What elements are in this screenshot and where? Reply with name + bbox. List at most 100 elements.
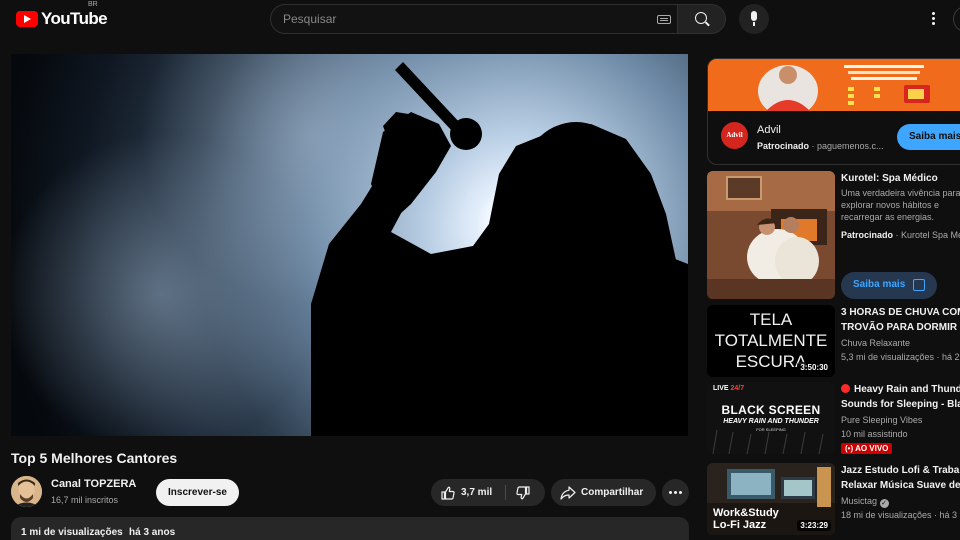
advertiser-avatar[interactable]: Advil (721, 122, 748, 149)
video-age: há 3 (939, 510, 958, 520)
recommended-video-item[interactable]: Work&Study Lo-Fi Jazz 3:23:29 Jazz Estud… (707, 463, 960, 535)
ad-domain: paguemenos.c... (817, 141, 884, 151)
like-dislike-group: 3,7 mil (431, 479, 545, 506)
title-text: Heavy Rain and Thund (854, 384, 960, 395)
country-code: BR (88, 1, 98, 8)
like-count: 3,7 mil (461, 487, 493, 498)
video-title-line[interactable]: Sounds for Sleeping - Bla (841, 397, 960, 412)
video-thumbnail[interactable]: LIVE 24/7 BLACK SCREEN HEAVY RAIN AND TH… (707, 382, 835, 454)
video-title-line[interactable]: 3 HORAS DE CHUVA COM (841, 305, 960, 320)
channel-avatar[interactable] (11, 476, 42, 507)
live-badge: (•) AO VIVO (841, 443, 893, 454)
video-thumbnail[interactable]: TELA TOTALMENTE ESCURA 3:50:30 (707, 305, 835, 377)
keyboard-icon[interactable] (657, 15, 671, 24)
subscriber-count: 16,7 mil inscritos (51, 495, 119, 505)
dot-icon (931, 22, 935, 25)
ad-banner-image[interactable] (708, 59, 960, 117)
live-tag-label: LIVE (713, 385, 729, 392)
thumbnail-text-line: TOTALMENTE (714, 331, 828, 350)
microphone-icon (751, 11, 757, 26)
spa-thumbnail-image (707, 171, 835, 299)
dislike-button[interactable] (506, 479, 545, 506)
channel-avatar-face-icon (11, 476, 42, 507)
like-button[interactable]: 3,7 mil (431, 479, 505, 506)
verified-icon: ✓ (879, 499, 889, 508)
live-tag-hours: 24/7 (730, 385, 745, 392)
video-title-line[interactable]: TROVÃO PARA DORMIR E (841, 320, 960, 335)
dot-icon (679, 491, 682, 494)
video-thumbnail[interactable]: Work&Study Lo-Fi Jazz 3:23:29 (707, 463, 835, 535)
promoted-thumbnail[interactable] (707, 171, 835, 299)
ad-meta: Patrocinado · paguemenos.c... (757, 141, 884, 151)
live-tag: LIVE 24/7 (713, 385, 744, 392)
promoted-video-item[interactable]: Kurotel: Spa Médico Uma verdadeira vivên… (707, 171, 960, 301)
thumbs-down-icon (516, 486, 530, 500)
youtube-play-icon (16, 11, 38, 27)
dot-icon (674, 491, 677, 494)
search-icon (695, 12, 707, 24)
ad-learn-more-button[interactable]: Saiba mais (897, 124, 960, 150)
video-frame-singer-silhouette (11, 54, 688, 436)
channel-name[interactable]: Pure Sleeping Vibes (841, 415, 922, 425)
thumbnail-text-line: Work&Study (713, 507, 779, 519)
duration-badge: 3:50:30 (797, 362, 831, 373)
channel-name-row[interactable]: Musictag ✓ (841, 496, 889, 508)
video-title-line[interactable]: Heavy Rain and Thund (841, 382, 960, 397)
thumbnail-text-line: TELA (749, 310, 793, 329)
channel-name: Musictag (841, 496, 878, 506)
logo-text: YouTube (41, 9, 108, 28)
account-avatar[interactable] (953, 6, 960, 32)
watching-count: 10 mil assistindo (841, 429, 908, 439)
video-player[interactable] (11, 54, 688, 436)
promoted-title[interactable]: Kurotel: Spa Médico (841, 171, 960, 186)
duration-badge: 3:23:29 (797, 520, 831, 531)
search-button[interactable] (678, 4, 726, 34)
external-link-icon (913, 279, 925, 291)
share-button[interactable]: Compartilhar (551, 479, 656, 506)
view-count: 18 mi de visualizações (841, 510, 932, 520)
promoted-cta-label: Saiba mais (853, 279, 906, 290)
publish-date: há 3 anos (129, 527, 176, 538)
more-actions-button[interactable] (662, 479, 689, 506)
dot-icon (931, 17, 935, 20)
dot-icon (931, 12, 935, 15)
promoted-learn-more-button[interactable]: Saiba mais (841, 272, 937, 299)
thumbnail-title: BLACK SCREEN (721, 403, 821, 417)
live-badge-label: AO VIVO (855, 444, 889, 453)
thumbnail-subtitle: HEAVY RAIN AND THUNDER (723, 418, 819, 425)
thumbnail-caption: FOR SLEEPING (756, 427, 786, 432)
dot-icon (669, 491, 672, 494)
sponsored-label: Patrocinado (757, 141, 810, 151)
share-label: Compartilhar (581, 487, 644, 498)
voice-search-button[interactable] (739, 4, 769, 34)
live-dot-icon (841, 384, 850, 393)
thumbnail-text-line: Lo-Fi Jazz (713, 519, 767, 531)
ad-title[interactable]: Advil (757, 124, 781, 136)
video-title: Top 5 Melhores Cantores (11, 450, 178, 466)
video-title-line[interactable]: Relaxar Música Suave de (841, 478, 960, 493)
recommended-video-item[interactable]: LIVE 24/7 BLACK SCREEN HEAVY RAIN AND TH… (707, 382, 960, 454)
promoted-description: Uma verdadeira vivência para explorar no… (841, 188, 960, 222)
settings-menu-button[interactable] (925, 10, 941, 28)
video-meta: 18 mi de visualizações · há 3 (841, 510, 958, 520)
thumbs-up-icon (441, 486, 455, 500)
video-meta: 5,3 mi de visualizações · há 2 (841, 352, 960, 362)
search-input[interactable] (283, 12, 643, 26)
video-age: há 2 (942, 352, 960, 362)
view-count: 1 mi de visualizações (21, 527, 123, 538)
promoted-meta: Patrocinado · Kurotel Spa Mé (841, 230, 960, 240)
promoted-advertiser: Kurotel Spa Mé (901, 230, 960, 240)
sponsored-ad-card[interactable]: Advil Advil Patrocinado · paguemenos.c..… (707, 58, 960, 165)
recommended-video-item[interactable]: TELA TOTALMENTE ESCURA 3:50:30 3 HORAS D… (707, 305, 960, 377)
ad-banner-artwork (708, 59, 960, 117)
youtube-logo[interactable]: YouTube (16, 9, 108, 29)
channel-name[interactable]: Canal TOPZERA (51, 478, 136, 490)
subscribe-button[interactable]: Inscrever-se (156, 479, 239, 506)
channel-name[interactable]: Chuva Relaxante (841, 338, 910, 348)
search-box (270, 4, 678, 34)
description-box[interactable]: 1 mi de visualizações há 3 anos (11, 517, 689, 540)
top-bar: YouTube BR (0, 0, 960, 38)
view-count: 5,3 mi de visualizações (841, 352, 935, 362)
sponsored-label: Patrocinado (841, 230, 894, 240)
video-title-line[interactable]: Jazz Estudo Lofi & Trabal (841, 463, 960, 478)
